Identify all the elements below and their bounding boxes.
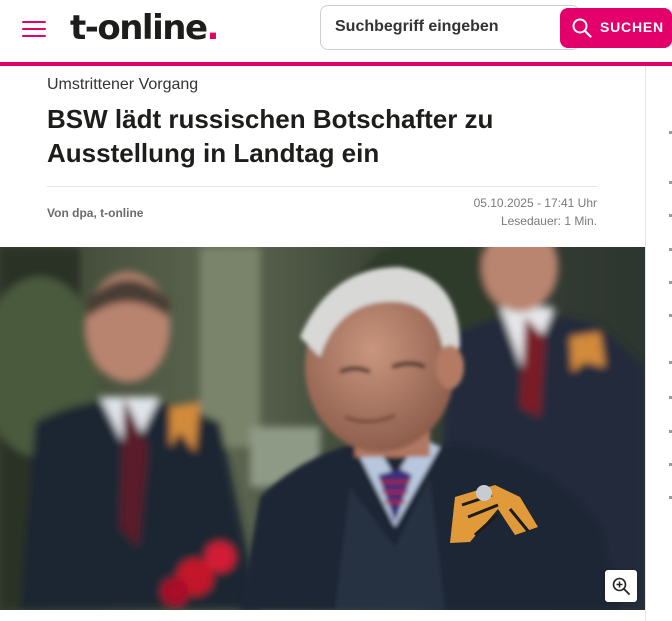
article: Umstrittener Vorgang BSW lädt russischen… <box>0 66 645 621</box>
logo-text: t-online <box>70 8 208 48</box>
hamburger-menu-icon[interactable] <box>22 19 46 39</box>
zoom-in-button[interactable] <box>605 570 637 602</box>
search-icon <box>572 18 592 38</box>
search-input[interactable] <box>335 18 535 36</box>
article-photo[interactable] <box>0 247 645 610</box>
article-kicker: Umstrittener Vorgang <box>47 76 199 93</box>
search-button-label: SUCHEN <box>600 19 664 35</box>
byline-prefix: Von <box>47 206 69 220</box>
zoom-in-icon <box>612 577 630 595</box>
byline-authors[interactable]: dpa, t-online <box>72 206 143 220</box>
search-button[interactable]: SUCHEN <box>560 8 672 48</box>
article-headline: BSW lädt russischen Botschafter zu Ausst… <box>47 104 494 168</box>
sidebar-partial <box>645 66 672 621</box>
article-date: 05.10.2025 - 17:41 Uhr <box>473 196 597 210</box>
logo-dot: . <box>206 8 220 48</box>
divider <box>47 186 597 187</box>
article-byline: Von dpa, t-online <box>47 206 143 220</box>
read-time: Lesedauer: 1 Min. <box>500 214 597 228</box>
search-box <box>320 5 580 50</box>
site-logo[interactable]: t-online. <box>70 8 220 48</box>
site-header: t-online. SUCHEN <box>0 0 672 62</box>
